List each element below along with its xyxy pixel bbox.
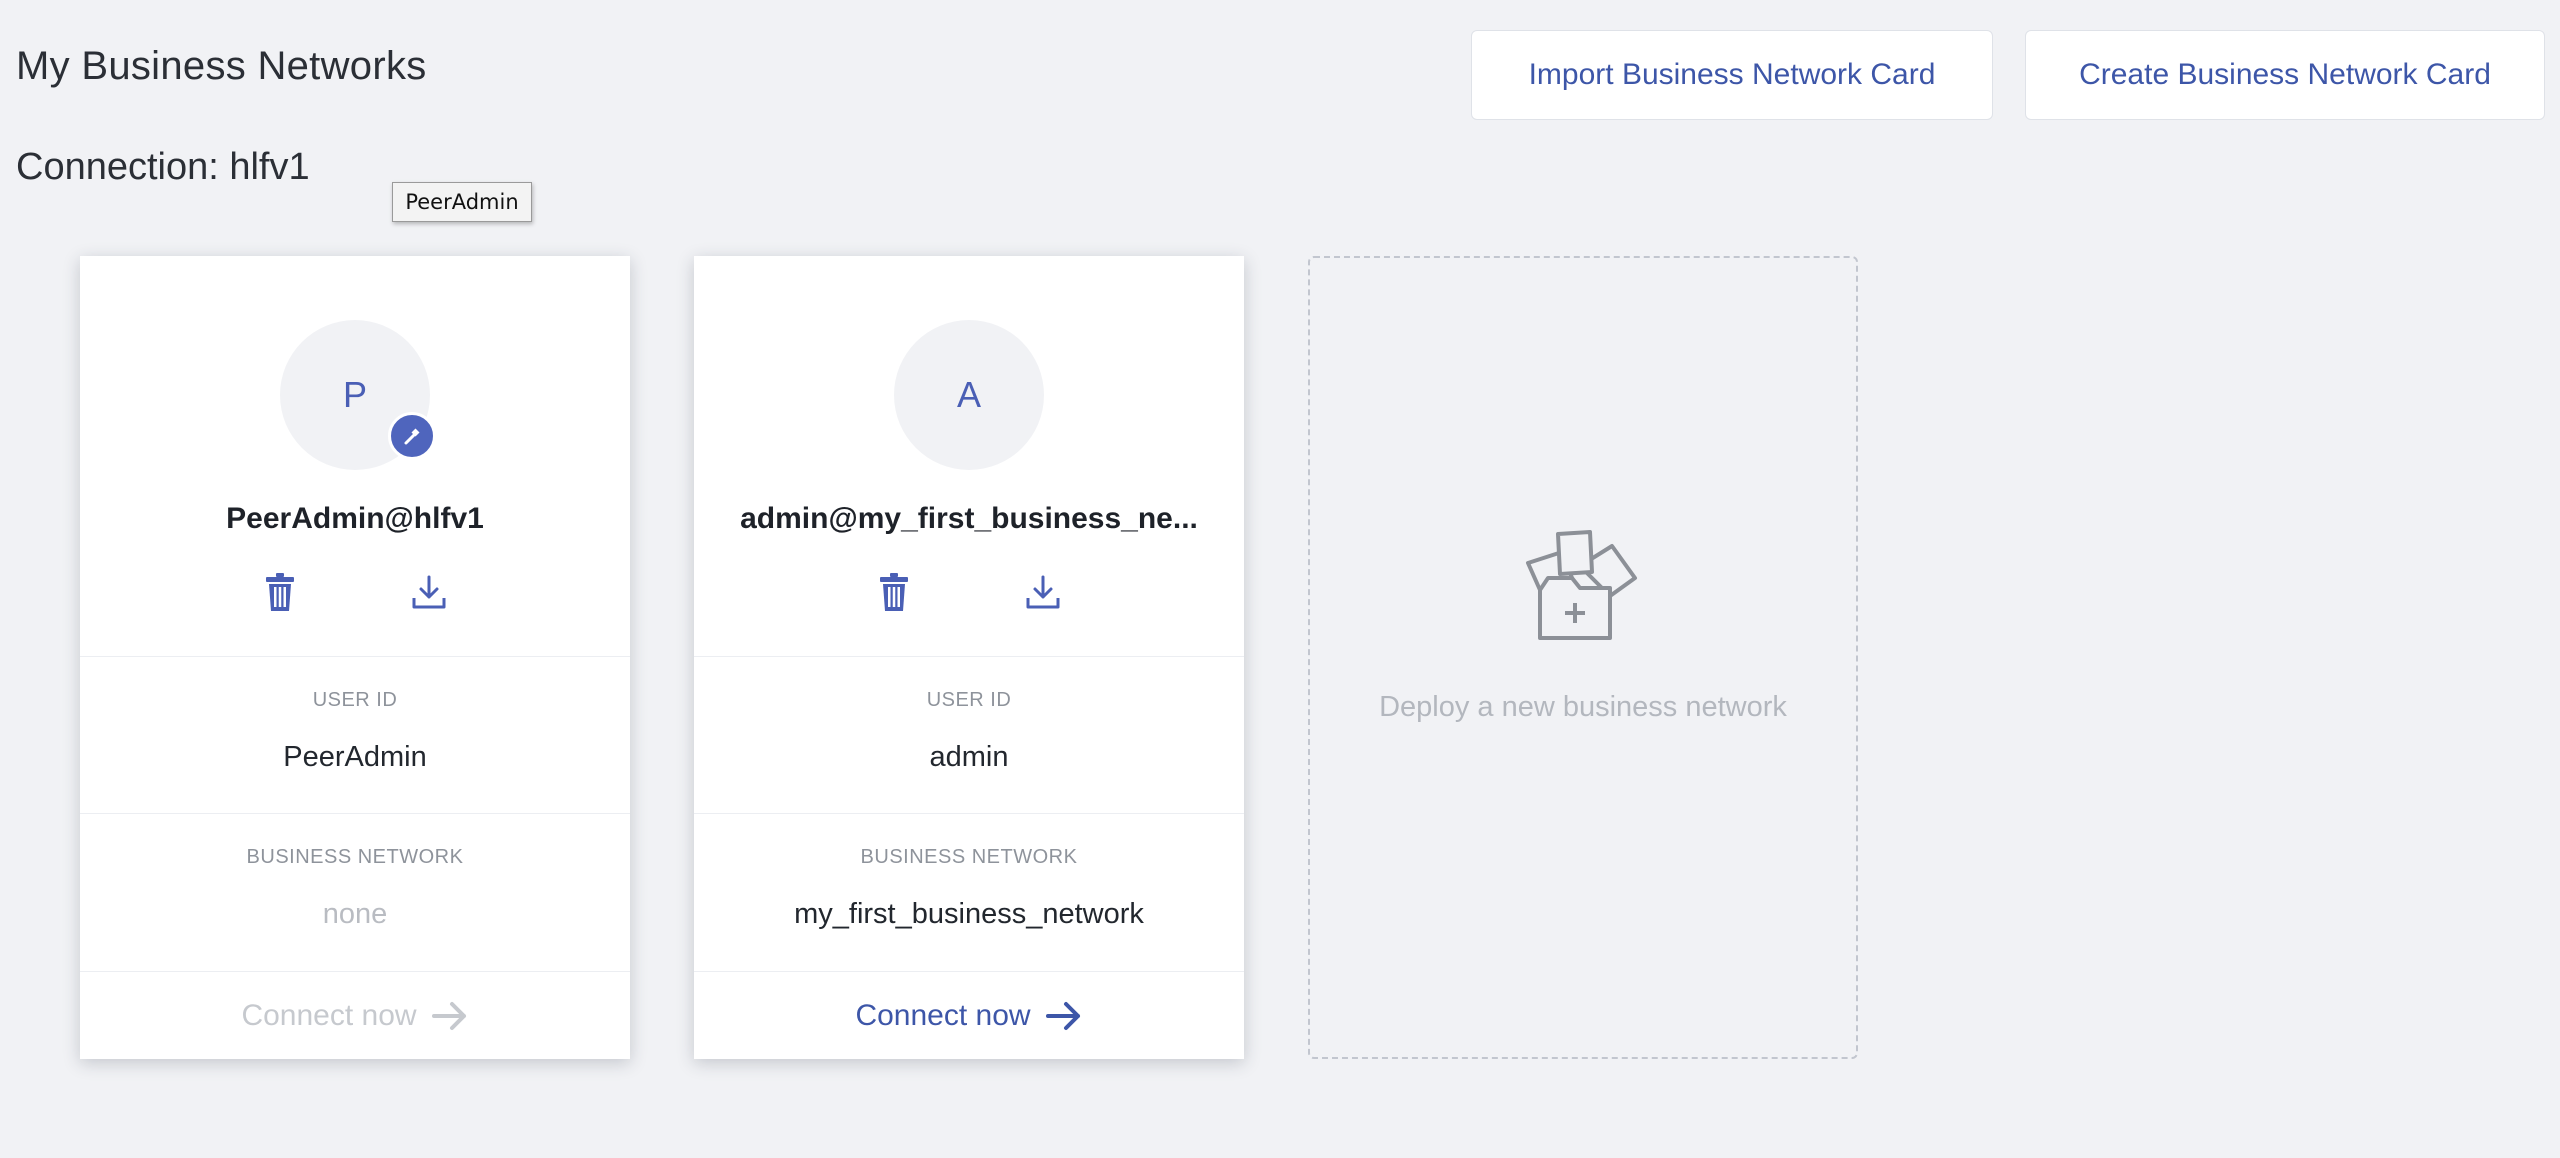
export-card-button[interactable] bbox=[1021, 568, 1065, 616]
deploy-network-label: Deploy a new business network bbox=[1379, 691, 1787, 723]
identity-card-admin: A admin@my_first_business_ne... USER ID … bbox=[694, 256, 1244, 1059]
identity-card-peeradmin: P PeerAdmin@hlfv1 USER ID PeerAdmin BUSI… bbox=[80, 256, 630, 1059]
export-card-button[interactable] bbox=[407, 568, 451, 616]
download-icon bbox=[412, 575, 446, 609]
hammer-icon bbox=[388, 412, 436, 460]
create-card-button[interactable]: Create Business Network Card bbox=[2025, 30, 2545, 120]
import-card-button[interactable]: Import Business Network Card bbox=[1471, 30, 1993, 120]
connect-now-label: Connect now bbox=[241, 999, 417, 1032]
tooltip: PeerAdmin bbox=[392, 182, 532, 222]
deploy-network-tile[interactable]: Deploy a new business network bbox=[1308, 256, 1858, 1059]
card-name: PeerAdmin@hlfv1 bbox=[226, 502, 484, 535]
download-icon bbox=[1026, 575, 1060, 609]
arrow-right-icon bbox=[431, 1000, 469, 1032]
connection-title: Connection: hlfv1 bbox=[16, 146, 310, 188]
user-id-value: PeerAdmin bbox=[283, 741, 427, 773]
trash-icon bbox=[880, 573, 908, 611]
user-id-section: USER ID PeerAdmin bbox=[80, 656, 630, 814]
card-name: admin@my_first_business_ne... bbox=[740, 502, 1198, 535]
business-network-label: BUSINESS NETWORK bbox=[246, 846, 464, 868]
business-network-section: BUSINESS NETWORK my_first_business_netwo… bbox=[694, 813, 1244, 971]
trash-icon bbox=[266, 573, 294, 611]
user-id-value: admin bbox=[929, 741, 1009, 773]
delete-card-button[interactable] bbox=[258, 568, 302, 616]
user-id-section: USER ID admin bbox=[694, 656, 1244, 814]
business-network-value: none bbox=[322, 898, 388, 930]
business-network-value: my_first_business_network bbox=[794, 898, 1144, 930]
business-network-section: BUSINESS NETWORK none bbox=[80, 813, 630, 971]
delete-card-button[interactable] bbox=[872, 568, 916, 616]
connect-now-label: Connect now bbox=[855, 999, 1031, 1032]
user-id-label: USER ID bbox=[312, 689, 398, 711]
user-id-label: USER ID bbox=[926, 689, 1012, 711]
business-network-label: BUSINESS NETWORK bbox=[860, 846, 1078, 868]
arrow-right-icon bbox=[1045, 1000, 1083, 1032]
page-title: My Business Networks bbox=[16, 44, 427, 88]
deploy-network-icon bbox=[1526, 530, 1637, 640]
avatar: A bbox=[894, 320, 1044, 470]
connect-now-button[interactable]: Connect now bbox=[80, 971, 630, 1060]
connect-now-button[interactable]: Connect now bbox=[694, 971, 1244, 1060]
